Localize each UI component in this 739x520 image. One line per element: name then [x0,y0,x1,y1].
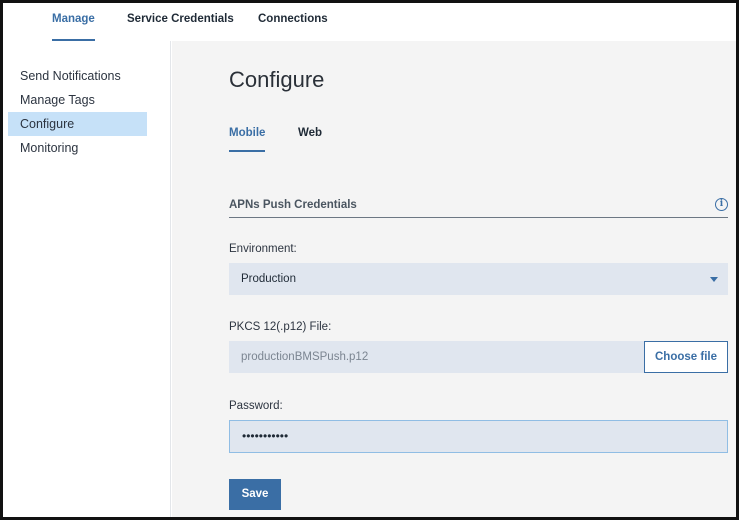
sidebar-item-configure[interactable]: Configure [8,112,147,136]
environment-label: Environment: [229,243,297,255]
sidebar: Send Notifications Manage Tags Configure… [3,41,171,517]
info-icon[interactable]: i [715,198,728,211]
save-button[interactable]: Save [229,479,281,510]
sidebar-item-manage-tags[interactable]: Manage Tags [8,88,147,112]
password-label: Password: [229,400,283,412]
tab-web[interactable]: Web [298,127,322,151]
environment-select[interactable]: Production [229,263,728,295]
section-divider [229,217,728,218]
pkcs-file-label: PKCS 12(.p12) File: [229,321,332,333]
top-nav: Manage Service Credentials Connections [3,3,736,41]
pkcs-file-field[interactable]: productionBMSPush.p12 [229,341,644,373]
sidebar-item-send-notifications[interactable]: Send Notifications [8,64,147,88]
tab-connections[interactable]: Connections [258,3,328,41]
tab-service-credentials[interactable]: Service Credentials [127,3,234,41]
environment-value: Production [241,273,296,285]
choose-file-button[interactable]: Choose file [644,341,728,373]
tab-mobile[interactable]: Mobile [229,127,266,152]
tab-manage[interactable]: Manage [52,3,95,41]
sidebar-item-monitoring[interactable]: Monitoring [8,136,147,160]
page-title: Configure [229,67,325,92]
chevron-down-icon [710,277,718,282]
app-frame: Manage Service Credentials Connections S… [0,0,739,520]
main-panel: Configure Mobile Web APNs Push Credentia… [172,41,736,517]
password-field[interactable]: ••••••••••• [229,420,728,453]
section-title: APNs Push Credentials [229,199,357,211]
